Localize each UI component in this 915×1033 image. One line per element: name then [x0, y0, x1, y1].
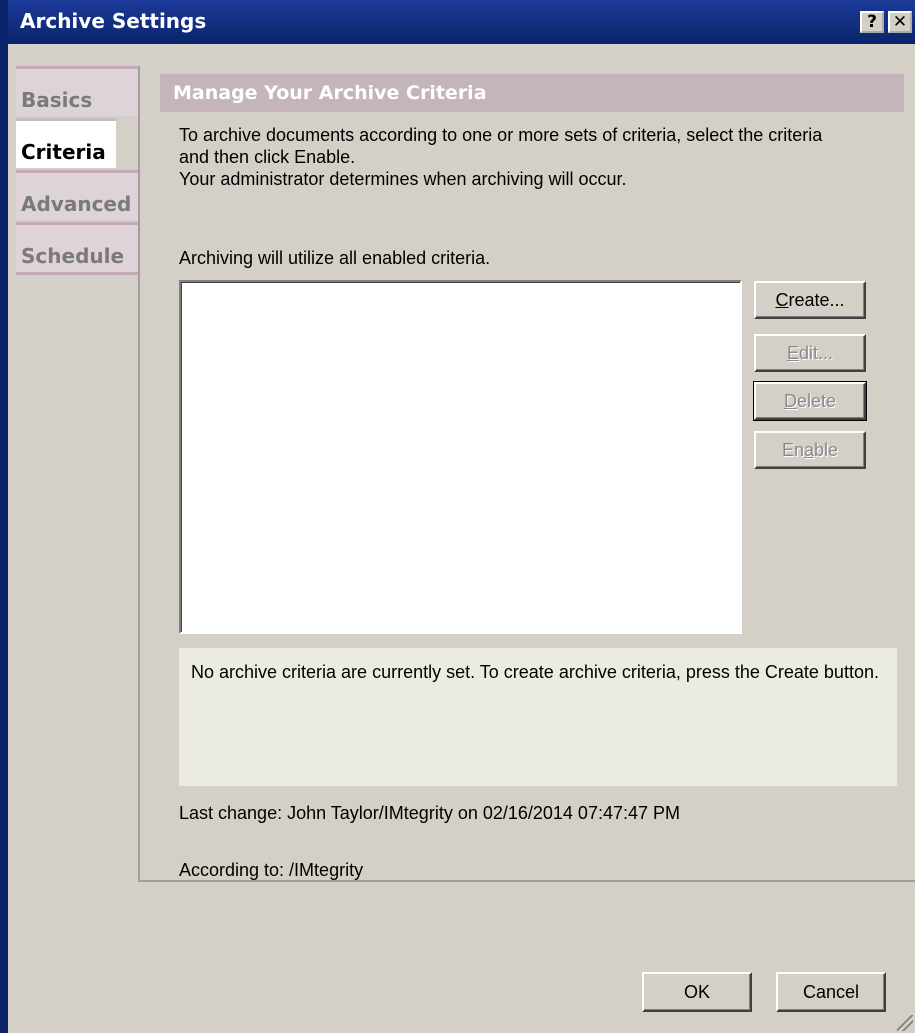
tab-basics[interactable]: Basics: [16, 66, 139, 116]
edit-button[interactable]: Edit...: [754, 334, 866, 372]
info-message: No archive criteria are currently set. T…: [179, 648, 897, 786]
create-button[interactable]: Create...: [754, 281, 866, 319]
according-to-label: According to: /IMtegrity: [179, 860, 364, 880]
enable-button[interactable]: Enable: [754, 431, 866, 469]
resize-grip-icon[interactable]: [897, 1015, 913, 1031]
delete-button[interactable]: Delete: [753, 381, 867, 421]
tab-strip-divider: [16, 272, 139, 275]
close-button[interactable]: ✕: [888, 11, 912, 33]
tab-criteria[interactable]: Criteria: [16, 118, 116, 168]
description-line: and then click Enable.: [179, 147, 356, 167]
description-line: To archive documents according to one or…: [179, 125, 823, 145]
dialog-client-area: Basics Criteria Advanced Schedule Manage…: [8, 44, 915, 1033]
criteria-description: To archive documents according to one or…: [179, 124, 915, 190]
tab-strip: Basics Criteria Advanced Schedule: [16, 66, 147, 275]
section-header: Manage Your Archive Criteria: [160, 74, 904, 112]
ok-button[interactable]: OK: [642, 972, 752, 1012]
last-change-label: Last change: John Taylor/IMtegrity on 02…: [179, 803, 680, 823]
help-button[interactable]: ?: [860, 11, 884, 33]
description-line: Your administrator determines when archi…: [179, 169, 627, 189]
tab-advanced[interactable]: Advanced: [16, 170, 139, 220]
panel-border-left: [138, 66, 140, 882]
window-title: Archive Settings: [20, 9, 207, 33]
tab-schedule[interactable]: Schedule: [16, 222, 139, 272]
utilize-label: Archiving will utilize all enabled crite…: [179, 248, 491, 268]
criteria-list[interactable]: [179, 280, 742, 634]
cancel-button[interactable]: Cancel: [776, 972, 886, 1012]
title-bar[interactable]: Archive Settings ? ✕: [8, 0, 915, 44]
